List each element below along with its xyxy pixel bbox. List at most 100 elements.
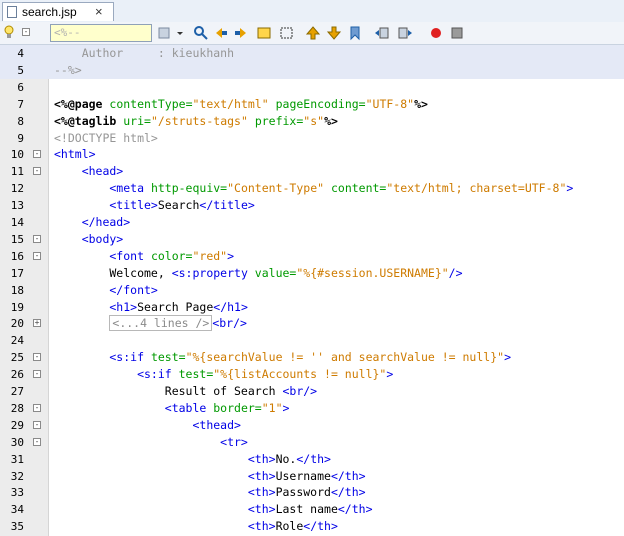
next-bookmark-icon[interactable] — [326, 25, 342, 41]
select-rectangle-icon[interactable] — [279, 25, 295, 41]
code-token: > — [227, 248, 235, 263]
code-line[interactable]: 19 <h1>Search Page</h1> — [0, 299, 624, 316]
previous-bookmark-icon[interactable] — [305, 25, 321, 41]
find-icon[interactable] — [193, 25, 209, 41]
code-line[interactable]: 33 <th>Password</th> — [0, 484, 624, 501]
code-token: <th> — [54, 451, 276, 466]
code-line[interactable]: 30- <tr> — [0, 434, 624, 451]
code-line[interactable]: 35 <th>Role</th> — [0, 518, 624, 535]
code-text: <h1>Search Page</h1> — [54, 299, 248, 316]
code-text: <s:if test="%{listAccounts != null}"> — [54, 366, 393, 383]
history-icon[interactable] — [157, 25, 173, 41]
lightbulb-icon[interactable] — [4, 25, 14, 40]
code-token: <th> — [54, 502, 276, 517]
code-line[interactable]: 9 <!DOCTYPE html> — [0, 130, 624, 147]
code-text: </font> — [54, 282, 157, 299]
code-line[interactable]: 28- <table border="1"> — [0, 400, 624, 417]
code-token: "text/html" — [192, 96, 269, 111]
code-token: Password — [275, 485, 331, 500]
code-line[interactable]: 4 Author : kieukhanh — [0, 45, 624, 62]
code-line[interactable]: 10- <html> — [0, 146, 624, 163]
collapse-fold-icon[interactable]: - — [33, 420, 41, 429]
code-line[interactable]: 14 </head> — [0, 214, 624, 231]
code-line[interactable]: 31 <th>No.</th> — [0, 451, 624, 468]
code-line[interactable]: 17 Welcome, <s:property value="%{#sessio… — [0, 265, 624, 282]
collapse-fold-icon[interactable]: - — [33, 167, 41, 176]
line-number: 10 — [10, 148, 24, 162]
code-line[interactable]: 6 — [0, 79, 624, 96]
code-line[interactable]: 12 <meta http-equiv="Content-Type" conte… — [0, 180, 624, 197]
code-line[interactable]: 11- <head> — [0, 163, 624, 180]
code-token: color= — [144, 248, 193, 263]
find-input[interactable]: <%-- — [50, 24, 152, 42]
line-number: 24 — [10, 334, 24, 348]
code-text: <tr> — [54, 434, 248, 451]
code-token: <head> — [54, 164, 124, 179]
code-token: border= — [206, 400, 262, 415]
code-line[interactable]: 7 <%@page contentType="text/html" pageEnc… — [0, 96, 624, 113]
code-text: </head> — [54, 214, 130, 231]
code-line[interactable]: 27 Result of Search <br/> — [0, 383, 624, 400]
code-token: Author : kieukhanh — [54, 46, 235, 60]
code-line[interactable]: 29- <thead> — [0, 417, 624, 434]
start-macro-recording-icon[interactable] — [428, 25, 444, 41]
expand-fold-icon[interactable]: + — [33, 319, 41, 328]
collapse-icon[interactable]: - — [22, 28, 30, 36]
find-previous-icon[interactable] — [213, 25, 229, 41]
find-next-icon[interactable] — [233, 25, 249, 41]
code-line[interactable]: 15- <body> — [0, 231, 624, 248]
code-token: <th> — [54, 485, 276, 500]
code-text: <head> — [54, 163, 124, 180]
line-number: 5 — [17, 63, 24, 77]
tab-search-jsp[interactable]: search.jsp × — [2, 2, 114, 21]
code-token: <h1> — [54, 299, 138, 314]
code-line[interactable]: 24 — [0, 332, 624, 349]
code-line[interactable]: 5 --%> — [0, 61, 624, 79]
code-line[interactable]: 26- <s:if test="%{listAccounts != null}"… — [0, 366, 624, 383]
shift-right-icon[interactable] — [397, 25, 413, 41]
editor-tab-bar: search.jsp × — [0, 0, 624, 23]
code-token: <th> — [54, 519, 276, 534]
code-text: <thead> — [54, 417, 240, 434]
collapsed-region[interactable]: <...4 lines /> — [109, 315, 213, 332]
code-token: content= — [324, 181, 387, 196]
code-token: test= — [144, 350, 186, 365]
line-number: 35 — [10, 520, 24, 534]
close-tab-icon[interactable]: × — [95, 4, 103, 19]
code-token: </title> — [199, 198, 255, 213]
collapse-fold-icon[interactable]: - — [33, 370, 41, 379]
collapse-fold-icon[interactable]: - — [33, 353, 41, 362]
code-line[interactable]: 16- <font color="red"> — [0, 248, 624, 265]
collapse-fold-icon[interactable]: - — [33, 403, 41, 412]
stop-macro-recording-icon[interactable] — [449, 25, 465, 41]
shift-left-icon[interactable] — [374, 25, 390, 41]
code-line[interactable]: 32 <th>Username</th> — [0, 468, 624, 485]
toggle-bookmark-icon[interactable] — [347, 25, 363, 41]
code-token: > — [504, 350, 511, 365]
collapse-fold-icon[interactable]: - — [33, 251, 41, 260]
code-text: <meta http-equiv="Content-Type" content=… — [54, 180, 573, 197]
line-number: 25 — [10, 351, 24, 365]
line-number: 4 — [17, 47, 24, 60]
code-line[interactable]: 20 + <...4 lines /> <br/> — [0, 315, 624, 332]
code-text: --%> — [54, 62, 82, 79]
code-line[interactable]: 25- <s:if test="%{searchValue != '' and … — [0, 349, 624, 366]
line-number: 32 — [10, 469, 24, 483]
collapse-fold-icon[interactable]: - — [33, 150, 41, 159]
line-number: 9 — [17, 131, 24, 145]
code-line[interactable]: 18 </font> — [0, 282, 624, 299]
code-line[interactable]: 13 <title>Search</title> — [0, 197, 624, 214]
collapse-fold-icon[interactable]: - — [33, 234, 41, 243]
collapse-fold-icon[interactable]: - — [33, 437, 41, 446]
code-token: "%{#session.USERNAME}" — [296, 265, 449, 280]
code-text: <%@page contentType="text/html" pageEnco… — [54, 96, 428, 113]
code-token: "s" — [303, 113, 325, 128]
toggle-highlight-icon[interactable] — [256, 25, 272, 41]
code-line[interactable]: 8 <%@taglib uri="/struts-tags" prefix="s"… — [0, 113, 624, 130]
code-line[interactable]: 34 <th>Last name</th> — [0, 501, 624, 518]
code-token: <br/> — [212, 316, 247, 331]
dropdown-arrow-icon[interactable] — [176, 25, 184, 41]
line-number: 19 — [10, 300, 24, 314]
code-editor[interactable]: 4 Author : kieukhanh 5 --%> 6 7 <%@page conte… — [0, 45, 624, 536]
